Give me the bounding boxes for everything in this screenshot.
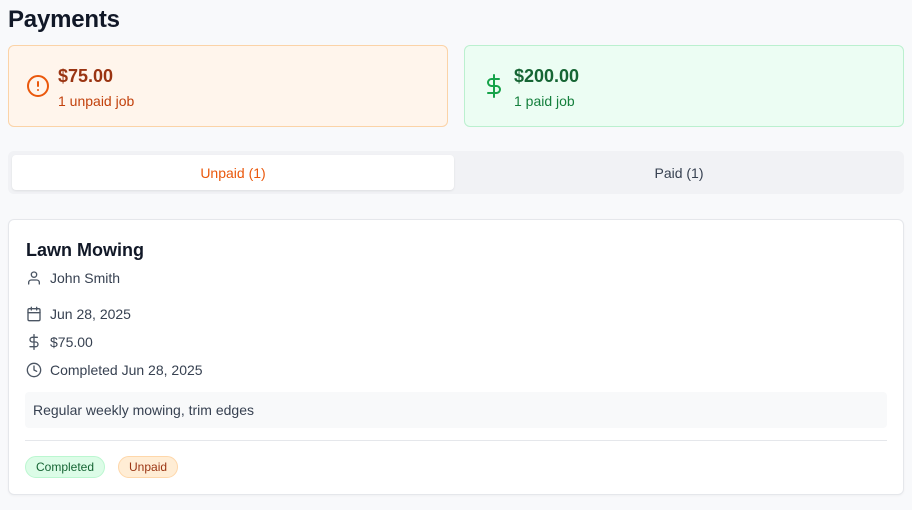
unpaid-summary-card: $75.00 1 unpaid job (8, 45, 448, 127)
dollar-sign-icon (29, 334, 39, 350)
paid-summary-card: $200.00 1 paid job (464, 45, 904, 127)
payment-tabs: Unpaid (1) Paid (1) (8, 151, 904, 194)
job-completed-row: Completed Jun 28, 2025 (26, 361, 203, 379)
alert-circle-icon (27, 75, 49, 97)
job-amount: $75.00 (50, 334, 93, 350)
status-badge-unpaid: Unpaid (118, 456, 179, 478)
job-completed-date: Completed Jun 28, 2025 (50, 362, 203, 378)
paid-amount: $200.00 (514, 66, 580, 86)
clock-icon (26, 362, 42, 378)
status-badge-completed: Completed (25, 456, 106, 478)
tab-unpaid[interactable]: Unpaid (1) (12, 155, 454, 190)
calendar-icon (27, 306, 41, 322)
page-title: Payments (8, 6, 120, 33)
job-client-row: John Smith (26, 269, 120, 287)
job-card[interactable]: Lawn Mowing John Smith Jun 28, 2025 $75.… (8, 219, 904, 495)
job-client: John Smith (50, 270, 121, 286)
job-date: Jun 28, 2025 (50, 306, 131, 322)
tab-paid[interactable]: Paid (1) (458, 155, 900, 190)
job-amount-row: $75.00 (26, 333, 93, 351)
user-icon (28, 271, 40, 285)
dollar-sign-icon (487, 74, 501, 98)
unpaid-count: 1 unpaid job (58, 93, 135, 109)
divider (25, 440, 887, 441)
unpaid-amount: $75.00 (58, 66, 114, 86)
job-title: Lawn Mowing (26, 240, 144, 260)
job-date-row: Jun 28, 2025 (26, 305, 131, 323)
paid-count: 1 paid job (514, 93, 575, 109)
job-notes: Regular weekly mowing, trim edges (25, 392, 887, 428)
